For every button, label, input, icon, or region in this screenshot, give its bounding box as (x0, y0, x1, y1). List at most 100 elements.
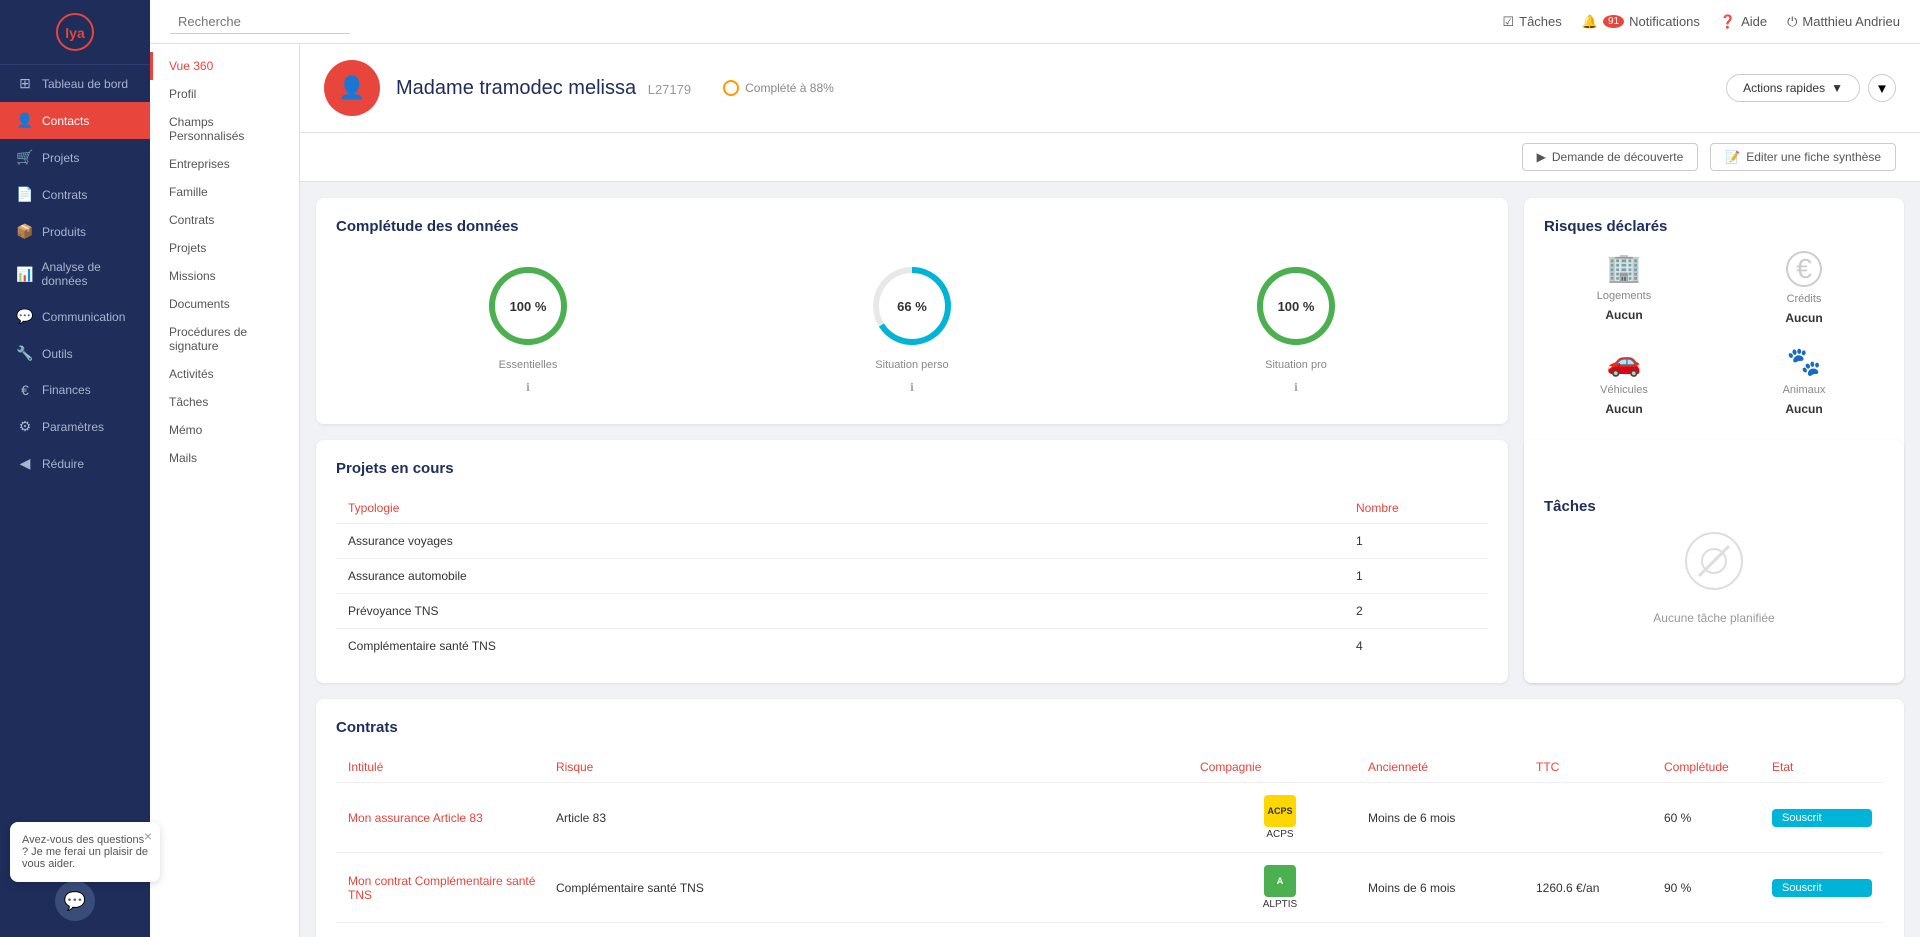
gear-icon: ⚙ (16, 418, 34, 435)
demande-decouverte-button[interactable]: ▶ Demande de découverte (1522, 143, 1699, 171)
tools-icon: 🔧 (16, 345, 34, 362)
sub-sidebar-activites[interactable]: Activités (150, 360, 299, 388)
svg-text:100 %: 100 % (510, 299, 547, 314)
chevron-left-icon: ◀ (16, 455, 34, 472)
chat-support-button[interactable]: 💬 (55, 881, 95, 921)
table-row: Assurance automobile 1 (336, 559, 1488, 594)
no-tasks-text: Aucune tâche planifiée (1653, 611, 1774, 625)
sidebar-item-produits[interactable]: 📦 Produits (0, 213, 150, 250)
taches-button[interactable]: ☑ Tâches (1502, 14, 1561, 30)
situation-perso-label: Situation perso (875, 359, 948, 371)
box-icon: 📦 (16, 223, 34, 240)
projet-count: 1 (1356, 534, 1476, 548)
sub-sidebar-vue360[interactable]: Vue 360 (150, 52, 299, 80)
risque-animaux-label: Animaux (1783, 384, 1826, 396)
contrat-etat-1: Souscrit (1772, 809, 1872, 827)
chat-icon: 💬 (16, 308, 34, 325)
risque-logements: 🏢 Logements Aucun (1544, 251, 1704, 325)
sub-sidebar-documents[interactable]: Documents (150, 290, 299, 318)
contrat-risque-1: Article 83 (556, 811, 1192, 825)
risque-vehicules-label: Véhicules (1600, 384, 1648, 396)
risque-credits: € Crédits Aucun (1724, 251, 1884, 325)
help-icon: ❓ (1720, 14, 1736, 30)
sidebar-item-projets[interactable]: 🛒 Projets (0, 139, 150, 176)
projet-count: 1 (1356, 569, 1476, 583)
notifications-button[interactable]: 🔔 91 Notifications (1582, 14, 1700, 30)
projet-count: 4 (1356, 639, 1476, 653)
sidebar-label: Tableau de bord (42, 77, 128, 91)
euro-circle-icon: € (1786, 251, 1822, 287)
sub-sidebar-procedures[interactable]: Procédures de signature (150, 318, 299, 360)
risque-vehicules-value: Aucun (1605, 402, 1642, 416)
contrat-completude-1: 60 % (1664, 811, 1764, 825)
company-badge-2: A ALPTIS (1200, 865, 1360, 910)
sub-sidebar-champs-personnalises[interactable]: Champs Personnalisés (150, 108, 299, 150)
sub-sidebar-famille[interactable]: Famille (150, 178, 299, 206)
editer-fiche-button[interactable]: 📝 Editer une fiche synthèse (1710, 143, 1896, 171)
sidebar-item-finances[interactable]: € Finances (0, 372, 150, 408)
taches-label: Tâches (1519, 14, 1562, 29)
contrats-col-etat: Etat (1772, 760, 1872, 774)
chart-icon: 📊 (16, 266, 33, 283)
sub-sidebar-missions[interactable]: Missions (150, 262, 299, 290)
sidebar-label: Projets (42, 151, 79, 165)
demande-label: Demande de découverte (1552, 150, 1683, 164)
actions-rapides-button[interactable]: Actions rapides ▼ (1726, 74, 1860, 102)
sub-sidebar-memo[interactable]: Mémo (150, 416, 299, 444)
sidebar-item-contacts[interactable]: 👤 Contacts (0, 102, 150, 139)
risque-logements-label: Logements (1597, 290, 1651, 302)
aide-button[interactable]: ❓ Aide (1720, 14, 1767, 30)
projet-type: Assurance automobile (348, 569, 1356, 583)
help-widget-close[interactable]: × (144, 828, 152, 844)
sidebar-item-outils[interactable]: 🔧 Outils (0, 335, 150, 372)
projet-type: Complémentaire santé TNS (348, 639, 1356, 653)
sidebar-label: Analyse de données (41, 260, 134, 288)
circle-situation-pro: 100 % Situation pro ℹ (1251, 261, 1341, 394)
contrat-link-2[interactable]: Mon contrat Complémentaire santé TNS (348, 874, 548, 902)
topbar-actions: ☑ Tâches 🔔 91 Notifications ❓ Aide ⏻ Mat… (1502, 14, 1900, 30)
completude-title: Complétude des données (336, 218, 1488, 235)
alptis-logo: A (1264, 865, 1296, 897)
sidebar-item-communication[interactable]: 💬 Communication (0, 298, 150, 335)
circle-situation-perso: 66 % Situation perso ℹ (867, 261, 957, 394)
donut-situation-perso: 66 % (867, 261, 957, 351)
actions-rapides-label: Actions rapides (1743, 81, 1825, 95)
editer-label: Editer une fiche synthèse (1746, 150, 1881, 164)
sidebar-label: Contacts (42, 114, 89, 128)
sidebar-label: Outils (42, 347, 73, 361)
contrat-link-1[interactable]: Mon assurance Article 83 (348, 811, 548, 825)
contrat-anciennete-1: Moins de 6 mois (1368, 811, 1528, 825)
sidebar-item-contrats[interactable]: 📄 Contrats (0, 176, 150, 213)
building-icon: 🏢 (1607, 251, 1642, 284)
sidebar-label: Produits (42, 225, 86, 239)
projets-table-body[interactable]: Assurance voyages 1 Assurance automobile… (336, 524, 1488, 663)
sub-sidebar-entreprises[interactable]: Entreprises (150, 150, 299, 178)
sidebar-item-reduire[interactable]: ◀ Réduire (0, 445, 150, 482)
sub-sidebar-mails[interactable]: Mails (150, 444, 299, 472)
sidebar-label: Réduire (42, 457, 84, 471)
expand-button[interactable]: ▼ (1868, 74, 1896, 102)
sidebar-item-tableau-de-bord[interactable]: ⊞ Tableau de bord (0, 65, 150, 102)
company-badge-1: ACPS ACPS (1200, 795, 1360, 840)
table-row: Prévoyance TNS 2 (336, 594, 1488, 629)
notifications-label: Notifications (1629, 14, 1700, 29)
sub-sidebar-profil[interactable]: Profil (150, 80, 299, 108)
company-name-1: ACPS (1266, 829, 1293, 840)
profile-info: Madame tramodec melissa L27179 (396, 77, 691, 100)
taches-title: Tâches (1544, 498, 1884, 515)
help-widget: × Avez-vous des questions ? Je me ferai … (10, 822, 160, 882)
profile-actions: Actions rapides ▼ ▼ (1726, 74, 1896, 102)
situation-pro-label: Situation pro (1265, 359, 1327, 371)
user-menu[interactable]: ⏻ Matthieu Andrieu (1787, 14, 1900, 30)
sub-sidebar-contrats[interactable]: Contrats (150, 206, 299, 234)
sub-sidebar-taches[interactable]: Tâches (150, 388, 299, 416)
aide-label: Aide (1741, 14, 1767, 29)
sub-sidebar-projets[interactable]: Projets (150, 234, 299, 262)
search-input[interactable] (170, 10, 350, 34)
sidebar-item-parametres[interactable]: ⚙ Paramètres (0, 408, 150, 445)
bell-icon: 🔔 (1582, 14, 1598, 30)
power-icon: ⏻ (1787, 14, 1797, 30)
donut-essentielles: 100 % (483, 261, 573, 351)
sidebar-item-analyse-donnees[interactable]: 📊 Analyse de données (0, 250, 150, 298)
table-row: Assurance voyages 1 (336, 524, 1488, 559)
